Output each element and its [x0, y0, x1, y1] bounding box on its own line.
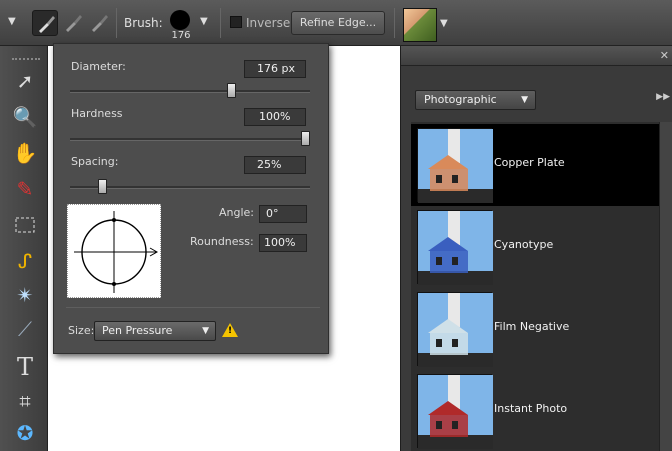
sample-chevron-down-icon[interactable]: ▼ [440, 18, 448, 29]
effect-thumbnail [417, 374, 493, 449]
brush-subtract-icon [92, 15, 108, 32]
diameter-field[interactable]: 176 px [244, 60, 306, 78]
category-select[interactable]: Photographic ▼ [415, 90, 536, 110]
move-tool-icon[interactable]: ➚ [12, 68, 38, 94]
panel-header: ✕ [401, 46, 672, 66]
app-window: ▼ Brush: 176 ▼ Inverse Refine Edge... ▼ [0, 0, 672, 451]
size-control-value: Pen Pressure [102, 324, 173, 337]
shape-tool-icon[interactable]: ✪ [12, 420, 38, 446]
panel-menu-icon[interactable]: ▶▶ [656, 92, 670, 102]
spacing-slider[interactable] [70, 179, 310, 194]
toolbox-grip[interactable] [12, 58, 40, 60]
effects-list-scrollbar[interactable] [659, 122, 672, 451]
crop-tool-icon[interactable]: ⌗ [12, 388, 38, 414]
options-bar: ▼ Brush: 176 ▼ Inverse Refine Edge... ▼ [0, 0, 672, 46]
list-item[interactable]: Cyanotype [411, 206, 659, 288]
effect-label: Copper Plate [494, 156, 565, 169]
lasso-tool-icon[interactable]: ᔑ [12, 248, 38, 274]
diameter-label: Diameter: [71, 60, 126, 73]
separator [220, 8, 221, 38]
close-icon[interactable]: ✕ [660, 49, 669, 62]
roundness-label: Roundness: [190, 235, 254, 248]
diameter-slider-thumb[interactable] [227, 83, 237, 98]
brush-label: Brush: [124, 16, 163, 30]
list-item[interactable]: Instant Photo [411, 370, 659, 451]
inverse-checkbox[interactable] [230, 16, 242, 28]
spacing-field[interactable]: 25% [244, 156, 306, 174]
effect-label: Instant Photo [494, 402, 568, 415]
effect-label: Film Negative [494, 320, 570, 333]
brush-tip-preview[interactable] [67, 204, 161, 298]
type-tool-icon[interactable]: T [12, 354, 38, 380]
effects-panel: ✕ Photographic ▼ ▶▶ Copper Plate Cyanoty… [400, 46, 672, 451]
selection-brush-tool-button[interactable] [32, 10, 58, 36]
magic-wand-tool-icon[interactable]: ✴ [12, 282, 38, 308]
spacing-slider-thumb[interactable] [97, 179, 107, 194]
chevron-down-icon: ▼ [202, 326, 209, 336]
effect-label: Cyanotype [494, 238, 554, 251]
brush-size-readout: 176 [171, 30, 191, 41]
hardness-slider-thumb[interactable] [301, 131, 310, 146]
hardness-label: Hardness [71, 107, 123, 120]
eyedropper-tool-icon[interactable]: ✎ [12, 176, 38, 202]
hardness-slider[interactable] [70, 131, 310, 146]
effect-thumbnail [417, 128, 493, 203]
size-control-select[interactable]: Pen Pressure ▼ [94, 321, 216, 341]
subtract-from-selection-button[interactable] [86, 10, 112, 36]
size-label: Size: [68, 324, 95, 337]
effect-thumbnail [417, 210, 493, 285]
spacing-label: Spacing: [71, 155, 119, 168]
zoom-tool-icon[interactable]: 🔍 [12, 104, 38, 130]
hand-tool-icon[interactable]: ✋ [12, 140, 38, 166]
inverse-label: Inverse [246, 16, 291, 30]
list-item[interactable]: Copper Plate [411, 124, 659, 206]
divider [66, 307, 320, 308]
brush-add-icon [66, 15, 82, 32]
toolbox: ➚ 🔍 ✋ ✎ ᔑ ✴ ⟋ T ⌗ ✪ [0, 46, 48, 451]
refine-edge-button[interactable]: Refine Edge... [291, 11, 385, 35]
marquee-tool-icon[interactable] [12, 212, 38, 238]
effect-thumbnail [417, 292, 493, 367]
list-item[interactable]: Film Negative [411, 288, 659, 370]
diameter-slider[interactable] [70, 83, 310, 98]
add-to-selection-button[interactable] [60, 10, 86, 36]
separator [116, 8, 117, 38]
brush-picker-chevron-down-icon[interactable]: ▼ [200, 16, 208, 27]
brush-preview-picker[interactable] [170, 10, 190, 30]
sample-image-thumbnail[interactable] [403, 8, 437, 42]
angle-label: Angle: [219, 206, 255, 219]
effects-list: Copper Plate Cyanotype Film Negative Ins… [411, 122, 659, 451]
warning-icon-mark: ! [228, 326, 233, 336]
roundness-field[interactable]: 100% [259, 234, 307, 252]
tool-preset-dropdown-icon[interactable]: ▼ [8, 16, 16, 27]
category-value: Photographic [424, 93, 497, 106]
quick-selection-tool-icon[interactable]: ⟋ [12, 316, 38, 342]
brush-settings-popup: Diameter: 176 px Hardness 100% Spacing: … [53, 43, 329, 354]
angle-field[interactable]: 0° [259, 205, 307, 223]
separator [394, 8, 395, 38]
chevron-down-icon: ▼ [521, 95, 528, 105]
brush-tip-icon [74, 211, 159, 293]
brush-icon [39, 16, 55, 33]
hardness-field[interactable]: 100% [244, 108, 306, 126]
